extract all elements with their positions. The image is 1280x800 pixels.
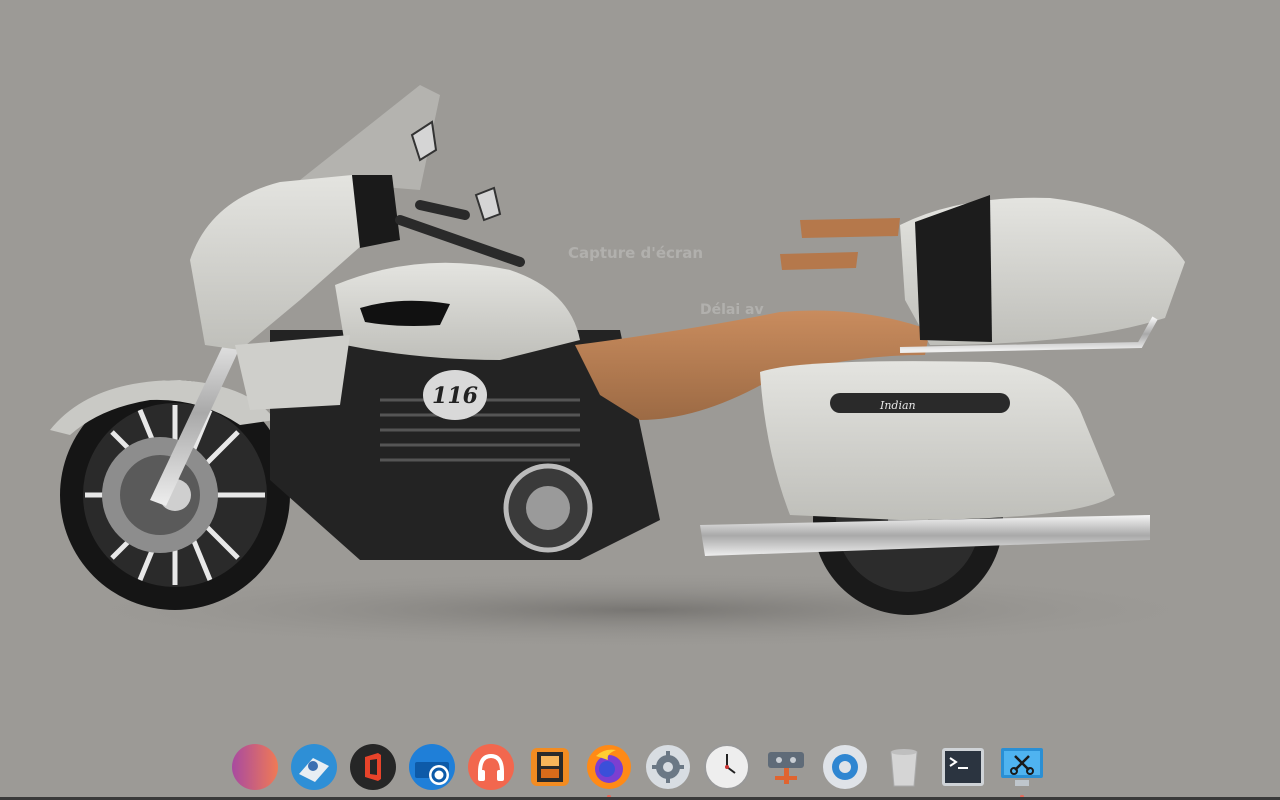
dialog-title: Capture d'écran — [568, 244, 704, 262]
scissors-icon — [1001, 748, 1043, 786]
tank-badge — [360, 300, 450, 326]
firefox-icon — [587, 745, 631, 789]
terminal-icon — [942, 748, 984, 786]
headphones-icon — [468, 744, 514, 790]
office-logo-icon — [350, 744, 396, 790]
dock-item-maps[interactable] — [291, 744, 337, 790]
desktop: 116 Indian Capture d'écran Délai av — [0, 0, 1280, 800]
dock-item-clock[interactable] — [704, 744, 750, 790]
dock-item-firefox[interactable] — [586, 744, 632, 798]
saddlebag-badge: Indian — [879, 399, 916, 412]
saddlebag — [760, 361, 1115, 520]
dock-item-network[interactable] — [763, 744, 809, 790]
film-icon — [531, 748, 569, 786]
dock-item-system-settings[interactable] — [822, 744, 868, 790]
engine-badge: 116 — [432, 383, 478, 409]
dock-item-outlook[interactable] — [409, 744, 455, 790]
lower-fairing — [235, 335, 350, 410]
gear-icon — [646, 745, 690, 789]
handlebars — [395, 200, 525, 267]
backrest — [800, 218, 900, 238]
dock — [224, 738, 1064, 798]
dock-item-trash[interactable] — [881, 744, 927, 790]
clock-icon — [704, 744, 750, 790]
network-icon — [768, 752, 804, 784]
trash-icon — [890, 749, 918, 787]
dock-item-settings[interactable] — [645, 744, 691, 790]
fairing — [190, 175, 362, 350]
dock-item-app-launcher[interactable] — [232, 744, 278, 790]
dock-item-video-player[interactable] — [527, 744, 573, 790]
map-pin-icon — [291, 744, 337, 790]
control-center-icon — [823, 745, 867, 789]
gradient-launcher-icon — [232, 744, 278, 790]
right-mirror — [474, 186, 502, 222]
wallpaper-motorcycle: 116 Indian — [40, 85, 1240, 650]
dock-item-screenshot[interactable] — [999, 744, 1045, 798]
dock-item-office[interactable] — [350, 744, 396, 790]
dock-item-terminal[interactable] — [940, 744, 986, 790]
dock-item-music[interactable] — [468, 744, 514, 790]
screenshot-dialog-ghost: Capture d'écran Délai av — [520, 238, 820, 358]
dialog-delay-label: Délai av — [700, 302, 764, 318]
mail-o-icon — [409, 744, 455, 790]
